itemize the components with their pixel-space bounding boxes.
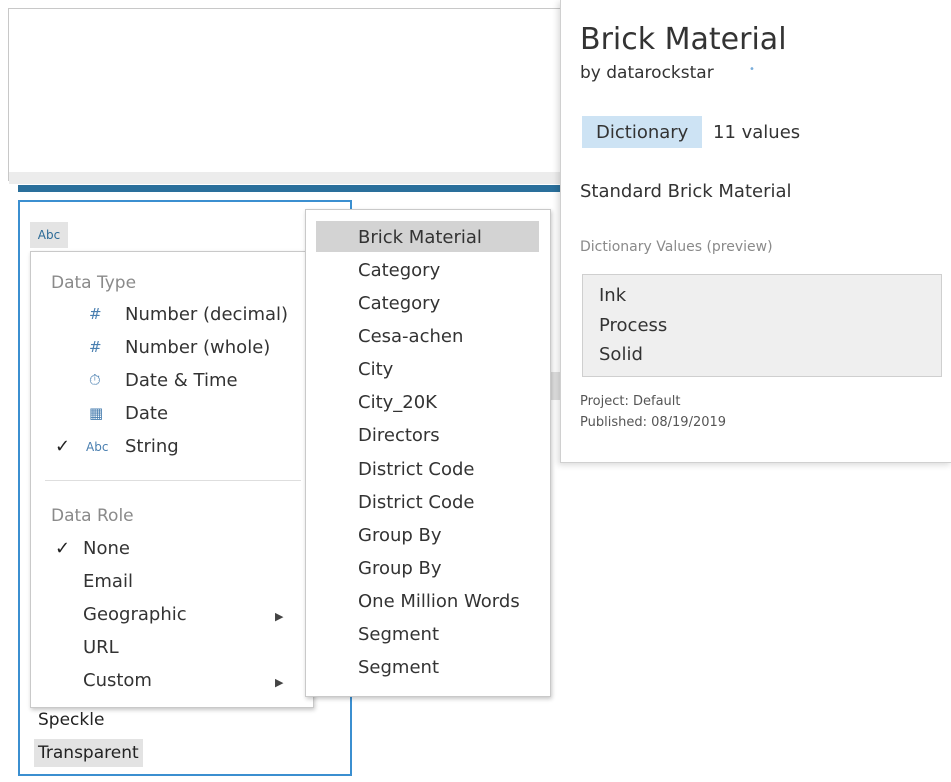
card-title: Brick Material: [580, 22, 787, 57]
card-description: Standard Brick Material: [580, 181, 792, 202]
menu-item-number-decimal[interactable]: Number (decimal): [125, 304, 288, 325]
column-profile-bar: [18, 185, 570, 192]
dictionary-item[interactable]: One Million Words: [358, 591, 520, 612]
custom-submenu-arrow-icon: ▶: [275, 676, 284, 689]
dictionary-badge: Dictionary: [582, 116, 703, 148]
string-check-icon: ✓: [55, 436, 71, 457]
datetime-icon: ⏱: [89, 371, 101, 389]
dictionary-item[interactable]: District Code: [358, 459, 474, 480]
card-author: by datarockstar: [580, 63, 714, 83]
dictionary-item[interactable]: Category: [358, 293, 440, 314]
values-count: 11 values: [713, 122, 801, 143]
preview-label: Dictionary Values (preview): [580, 239, 773, 255]
online-dot-icon: •: [749, 64, 755, 75]
preview-values-box: Ink Process Solid: [582, 274, 942, 377]
menu-item-role-none[interactable]: None: [83, 538, 130, 559]
preview-value: Solid: [599, 344, 643, 365]
dictionary-item[interactable]: Category: [358, 260, 440, 281]
dictionary-submenu: Brick Material Category Category Cesa-ac…: [305, 209, 551, 697]
string-icon: Abc: [86, 440, 109, 454]
published-date: Published: 08/19/2019: [580, 415, 727, 430]
dictionary-item[interactable]: Cesa-achen: [358, 326, 463, 347]
dictionary-item[interactable]: Segment: [358, 624, 439, 645]
column-header-band: [9, 172, 569, 184]
menu-item-role-url[interactable]: URL: [83, 637, 119, 658]
dictionary-item[interactable]: Brick Material: [358, 227, 482, 248]
preview-value: Ink: [599, 285, 627, 306]
preview-value: Process: [599, 315, 668, 336]
column-value-speckle[interactable]: Speckle: [34, 706, 108, 734]
calendar-icon: ▦: [89, 404, 104, 422]
number-decimal-icon: #: [89, 305, 102, 323]
data-type-menu: Data Type # Number (decimal) # Number (w…: [30, 251, 314, 708]
geographic-submenu-arrow-icon: ▶: [275, 610, 284, 623]
column-value-transparent[interactable]: Transparent: [34, 739, 143, 767]
project-info: Project: Default: [580, 394, 681, 409]
data-type-section-label: Data Type: [51, 273, 137, 293]
menu-item-role-custom[interactable]: Custom: [83, 670, 152, 691]
menu-divider: [45, 480, 301, 481]
dictionary-detail-card: Brick Material by datarockstar • Diction…: [560, 0, 951, 463]
data-type-button[interactable]: Abc: [30, 222, 68, 248]
dictionary-item[interactable]: City: [358, 359, 393, 380]
menu-item-number-whole[interactable]: Number (whole): [125, 337, 270, 358]
dictionary-item[interactable]: Segment: [358, 657, 439, 678]
menu-item-date[interactable]: Date: [125, 403, 168, 424]
menu-item-date-time[interactable]: Date & Time: [125, 370, 238, 391]
dictionary-item[interactable]: Group By: [358, 525, 442, 546]
menu-item-string[interactable]: String: [125, 436, 179, 457]
menu-item-role-geographic[interactable]: Geographic: [83, 604, 187, 625]
none-check-icon: ✓: [55, 538, 71, 559]
dictionary-item[interactable]: Group By: [358, 558, 442, 579]
menu-item-role-email[interactable]: Email: [83, 571, 133, 592]
canvas-frame: [8, 8, 569, 181]
dictionary-item[interactable]: District Code: [358, 492, 474, 513]
dictionary-item[interactable]: Directors: [358, 425, 440, 446]
dictionary-item[interactable]: City_20K: [358, 392, 437, 413]
number-whole-icon: #: [89, 338, 102, 356]
data-role-section-label: Data Role: [51, 506, 134, 526]
